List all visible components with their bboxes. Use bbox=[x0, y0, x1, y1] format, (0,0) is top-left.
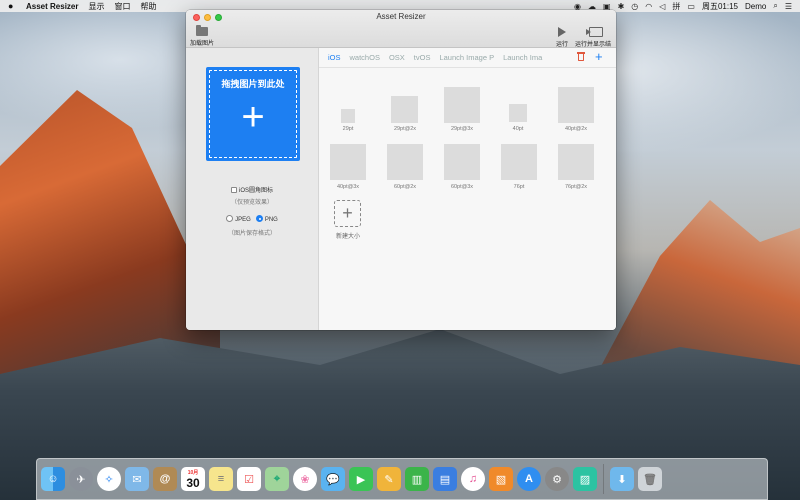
battery-icon[interactable]: ▭ bbox=[687, 2, 695, 11]
trash-icon[interactable]: 🗑 bbox=[638, 467, 662, 491]
drop-zone-border: 拖拽图片到此处 + bbox=[209, 70, 297, 158]
format-note: （图片保存格式） bbox=[227, 231, 276, 237]
size-label: 40pt@2x bbox=[564, 126, 588, 132]
messages-icon[interactable]: 💬 bbox=[321, 467, 345, 491]
spotlight-icon[interactable]: ⌕ bbox=[773, 1, 777, 11]
run-label: 运行 bbox=[556, 42, 569, 48]
size-label: 76pt@2x bbox=[564, 184, 588, 190]
icon-tile-29pt[interactable] bbox=[341, 109, 355, 123]
tab-tvos[interactable]: tvOS bbox=[414, 53, 431, 62]
menu-user[interactable]: Demo bbox=[745, 2, 766, 11]
asset-resizer-icon[interactable]: ▨ bbox=[573, 467, 597, 491]
menu-help[interactable]: 帮助 bbox=[140, 1, 156, 12]
icon-tile-40pt-3x[interactable] bbox=[330, 144, 366, 180]
tab-osx[interactable]: OSX bbox=[389, 53, 405, 62]
tab-launch-image-p[interactable]: Launch Image P bbox=[439, 53, 494, 62]
menu-clock[interactable]: 周五01:15 bbox=[702, 1, 738, 12]
system-preferences-icon[interactable]: ⚙ bbox=[545, 467, 569, 491]
icon-tile-40pt[interactable] bbox=[509, 104, 527, 122]
photos-icon[interactable]: ❀ bbox=[293, 467, 317, 491]
reminders-icon[interactable]: ☑ bbox=[237, 467, 261, 491]
image-drop-zone[interactable]: 拖拽图片到此处 + bbox=[206, 67, 300, 161]
dock-separator bbox=[603, 464, 604, 494]
app-window: Asset Resizer 加载图片 运行 运行并显示结果 拖拽图片到此处 + … bbox=[186, 10, 616, 330]
menu-app-name[interactable]: Asset Resizer bbox=[26, 2, 78, 11]
icon-tile-76pt-2x[interactable] bbox=[558, 144, 594, 180]
load-image-button[interactable]: 加载图片 bbox=[190, 25, 214, 47]
tab-launch-image-l[interactable]: Launch Ima bbox=[503, 53, 542, 62]
ios-round-option[interactable]: iOS圆角图标 bbox=[186, 185, 318, 194]
jpeg-label: JPEG bbox=[235, 217, 251, 223]
size-label: 60pt@2x bbox=[393, 184, 417, 190]
new-size-label: 新建大小 bbox=[335, 234, 360, 240]
size-label: 60pt@3x bbox=[450, 184, 474, 190]
size-label: 29pt@2x bbox=[393, 126, 417, 132]
left-panel: 拖拽图片到此处 + iOS圆角图标 （仅预览效果） JPEG PNG （图片保存… bbox=[186, 48, 319, 330]
size-label: 40pt@3x bbox=[336, 184, 360, 190]
contacts-icon[interactable]: @ bbox=[153, 467, 177, 491]
folder-icon bbox=[196, 25, 208, 36]
facetime-icon[interactable]: ▶ bbox=[349, 467, 373, 491]
menu-window[interactable]: 窗口 bbox=[114, 1, 130, 12]
platform-tabs: iOS watchOS OSX tvOS Launch Image P Laun… bbox=[319, 48, 616, 68]
itunes-icon[interactable]: ♫ bbox=[461, 467, 485, 491]
drop-zone-label: 拖拽图片到此处 bbox=[221, 79, 285, 89]
icon-tile-76pt[interactable] bbox=[501, 144, 537, 180]
size-label: 40pt bbox=[512, 126, 524, 132]
mail-icon[interactable]: ✉ bbox=[125, 467, 149, 491]
load-image-label: 加载图片 bbox=[190, 41, 215, 47]
trash-body bbox=[578, 54, 584, 61]
volume-icon[interactable]: ◁ bbox=[659, 2, 665, 11]
plus-icon: + bbox=[241, 95, 265, 139]
bluetooth-icon[interactable]: ✱ bbox=[618, 2, 625, 11]
tab-ios[interactable]: iOS bbox=[328, 53, 341, 62]
run-show-icon bbox=[585, 27, 603, 37]
jpeg-radio[interactable] bbox=[226, 215, 234, 222]
apple-menu-icon[interactable]: ● bbox=[8, 1, 18, 11]
notes-icon[interactable]: ≡ bbox=[209, 467, 233, 491]
format-options: JPEG PNG bbox=[186, 215, 318, 223]
ibooks-icon[interactable]: ▧ bbox=[489, 467, 513, 491]
new-size-button[interactable]: + bbox=[334, 200, 361, 227]
run-button[interactable]: 运行 bbox=[556, 25, 568, 48]
png-label: PNG bbox=[264, 217, 278, 223]
size-label: 76pt bbox=[513, 184, 525, 190]
right-panel: iOS watchOS OSX tvOS Launch Image P Laun… bbox=[319, 48, 616, 330]
calendar-icon[interactable]: 10月 30 bbox=[181, 467, 205, 491]
add-size-icon[interactable]: + bbox=[595, 49, 603, 65]
icon-tile-40pt-2x[interactable] bbox=[558, 87, 594, 123]
downloads-folder-icon[interactable]: ⬇ bbox=[610, 467, 634, 491]
notification-center-icon[interactable]: ☰ bbox=[785, 2, 792, 11]
finder-icon[interactable]: ☺ bbox=[41, 467, 65, 491]
play-icon bbox=[558, 27, 566, 37]
icon-tile-29pt-2x[interactable] bbox=[391, 96, 418, 123]
time-machine-icon[interactable]: ◷ bbox=[631, 2, 638, 11]
png-radio[interactable] bbox=[255, 215, 263, 222]
ios-round-note: （仅预览效果） bbox=[230, 200, 273, 206]
icon-tile-60pt-3x[interactable] bbox=[444, 144, 480, 180]
icon-tile-60pt-2x[interactable] bbox=[387, 144, 423, 180]
trash-icon[interactable] bbox=[577, 52, 585, 62]
ios-round-label: iOS圆角图标 bbox=[238, 188, 273, 194]
size-label: 29pt bbox=[342, 126, 354, 132]
keynote-icon[interactable]: ▤ bbox=[433, 467, 457, 491]
title-bar: Asset Resizer 加载图片 运行 运行并显示结果 bbox=[186, 10, 616, 57]
safari-icon[interactable]: ✧ bbox=[97, 467, 121, 491]
ios-round-checkbox[interactable] bbox=[230, 187, 237, 193]
launchpad-icon[interactable]: ✈ bbox=[69, 467, 93, 491]
icon-tile-29pt-3x[interactable] bbox=[444, 87, 480, 123]
window-title: Asset Resizer bbox=[376, 12, 426, 21]
calendar-day: 30 bbox=[186, 475, 200, 490]
size-label: 29pt@3x bbox=[450, 126, 474, 132]
wifi-icon[interactable]: ◠ bbox=[645, 2, 652, 11]
menu-view[interactable]: 显示 bbox=[88, 1, 104, 12]
numbers-icon[interactable]: ▥ bbox=[405, 467, 429, 491]
app-store-icon[interactable]: A bbox=[517, 467, 541, 491]
input-source-icon[interactable]: 拼 bbox=[672, 1, 680, 12]
tab-watchos[interactable]: watchOS bbox=[350, 53, 380, 62]
pages-icon[interactable]: ✎ bbox=[377, 467, 401, 491]
maps-icon[interactable]: ⌖ bbox=[265, 467, 289, 491]
dock: ☺ ✈ ✧ ✉ @ 10月 30 ≡ ☑ ⌖ ❀ 💬 ▶ ✎ ▥ ▤ ♫ ▧ A… bbox=[36, 458, 768, 500]
